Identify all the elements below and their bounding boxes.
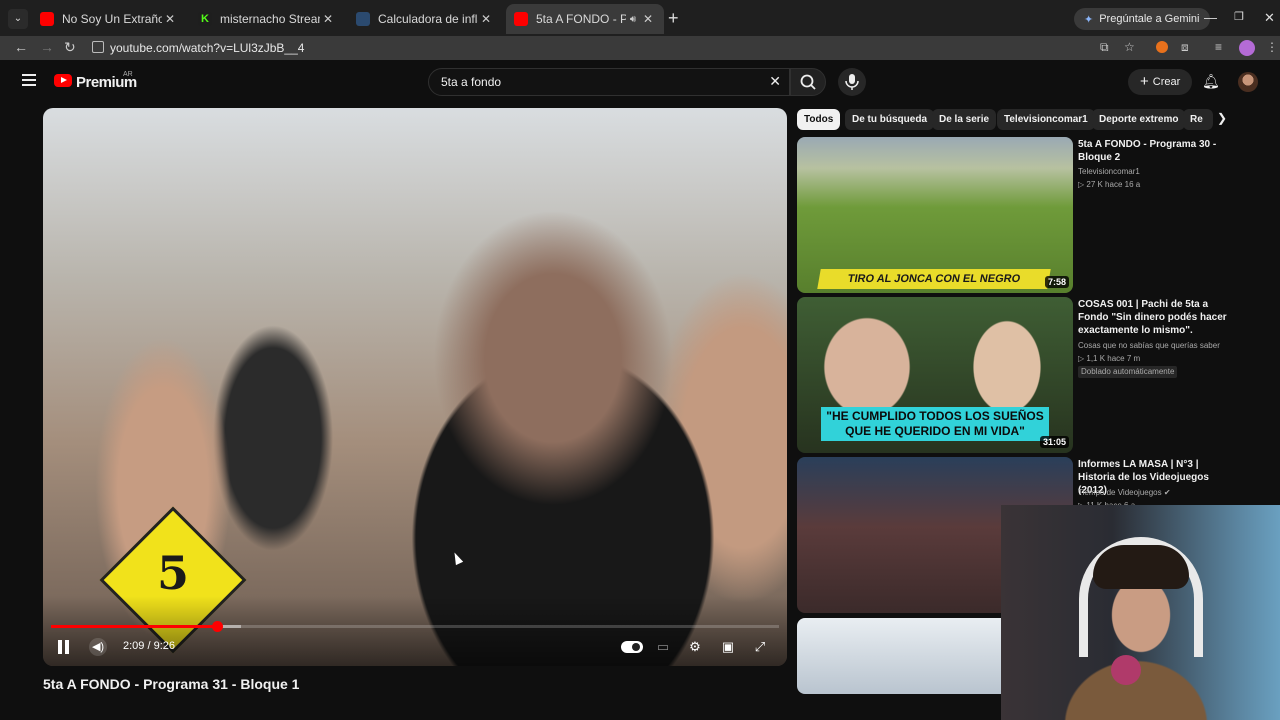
pause-bar: [65, 640, 69, 654]
site-info-icon[interactable]: [92, 41, 104, 53]
search-input[interactable]: 5ta a fondo ✕: [428, 68, 790, 96]
progress-played: [51, 625, 217, 628]
fullscreen-icon[interactable]: ⤢: [752, 639, 768, 655]
browser-tab-bar: ⌄ No Soy Un Extraño - YouTube ✕ K mister…: [0, 0, 1280, 36]
tab-search-chevron-icon[interactable]: ⌄: [8, 9, 28, 29]
miniplayer-icon[interactable]: ▣: [720, 639, 736, 655]
media-controls-icon[interactable]: ≡: [1215, 40, 1222, 54]
tab-title: Calculadora de inflación - Arge: [378, 12, 478, 26]
chip-from-series[interactable]: De la serie: [932, 109, 997, 130]
browser-toolbar: ← → ↻ youtube.com/watch?v=LUl3zJbB__4 ⧉ …: [0, 36, 1280, 60]
tab-title: 5ta A FONDO - Programa 3: [536, 12, 626, 26]
minimize-icon[interactable]: —: [1204, 10, 1217, 25]
tab-title: misternacho Stream - Watch Li: [220, 12, 320, 26]
recommendation-channel[interactable]: Tiempo de Videojuegos ✔: [1078, 488, 1171, 497]
autoplay-toggle[interactable]: [621, 641, 643, 653]
youtube-logo-icon[interactable]: [54, 74, 72, 87]
tab-youtube-no-soy-un-extrano[interactable]: No Soy Un Extraño - YouTube ✕: [32, 4, 186, 34]
recommendation-stats: ▷ 27 K hace 16 a: [1078, 180, 1141, 189]
kick-favicon-icon: K: [198, 12, 212, 26]
tab-kick-stream[interactable]: K misternacho Stream - Watch Li ✕: [190, 4, 344, 34]
chip-truncated[interactable]: Re: [1183, 109, 1213, 130]
youtube-favicon-icon: [514, 12, 528, 26]
back-arrow-icon[interactable]: ←: [14, 39, 28, 55]
pause-bar: [58, 640, 62, 654]
browser-menu-kebab-icon[interactable]: ⋮: [1266, 40, 1278, 54]
volume-icon[interactable]: ◀): [89, 638, 107, 656]
duration-badge: 31:05: [1039, 436, 1069, 448]
microphone-icon: [845, 74, 859, 90]
gemini-sparkle-icon: ✦: [1084, 13, 1094, 26]
chip-all[interactable]: Todos: [797, 109, 841, 130]
chevron-right-icon[interactable]: ❯: [1214, 111, 1230, 125]
country-code: AR: [123, 71, 133, 78]
ask-gemini-button[interactable]: ✦ Pregúntale a Gemini: [1074, 8, 1210, 30]
thumbnail-caption: "HE CUMPLIDO TODOS LOS SUEÑOS QUE HE QUE…: [821, 407, 1049, 441]
auto-dubbed-badge: Doblado automáticamente: [1078, 366, 1178, 378]
tab-5ta-a-fondo-active[interactable]: 5ta A FONDO - Programa 3 🔊︎ ✕: [506, 4, 664, 34]
recommendation-stats: ▷ 1,1 K hace 7 m: [1078, 354, 1141, 363]
recommendation-channel[interactable]: Televisioncomar1: [1078, 167, 1140, 176]
voice-search-button[interactable]: [838, 68, 866, 96]
tab-calculadora-inflacion[interactable]: Calculadora de inflación - Arge ✕: [348, 4, 502, 34]
audio-playing-icon[interactable]: 🔊︎: [626, 14, 640, 25]
extensions-puzzle-icon[interactable]: ⧈: [1181, 40, 1189, 55]
cast-install-icon[interactable]: ⧉: [1100, 40, 1109, 55]
chip-channel[interactable]: Televisioncomar1: [997, 109, 1095, 130]
notifications-bell-icon[interactable]: 🔔︎: [1202, 73, 1220, 90]
close-tab-icon[interactable]: ✕: [478, 12, 494, 26]
youtube-favicon-icon: [40, 12, 54, 26]
time-display: 2:09 / 9:26: [123, 640, 175, 652]
gemini-label: Pregúntale a Gemini: [1099, 13, 1200, 25]
extension-orange-icon[interactable]: [1156, 41, 1168, 53]
video-player[interactable]: 5 ◀) 2:09 / 9:26 ▭ ⚙ ▣ ⤢: [43, 108, 787, 666]
recommendation-title[interactable]: COSAS 001 | Pachi de 5ta a Fondo "Sin di…: [1078, 298, 1238, 337]
video-title: 5ta A FONDO - Programa 31 - Bloque 1: [43, 676, 300, 692]
account-avatar[interactable]: [1238, 72, 1258, 92]
forward-arrow-icon[interactable]: →: [40, 39, 54, 55]
pause-button[interactable]: [57, 640, 71, 654]
address-url[interactable]: youtube.com/watch?v=LUl3zJbB__4: [110, 41, 304, 55]
close-window-icon[interactable]: ✕: [1264, 10, 1275, 26]
tab-title: No Soy Un Extraño - YouTube: [62, 12, 162, 26]
recommendation-title[interactable]: 5ta A FONDO - Programa 30 - Bloque 2: [1078, 138, 1238, 164]
controls-gradient: [43, 596, 787, 666]
thumbnail-caption: TIRO AL JONCA CON EL NEGRO: [817, 269, 1051, 289]
chip-extreme-sport[interactable]: Deporte extremo: [1092, 109, 1186, 130]
duration-badge: 7:58: [1044, 276, 1069, 288]
mouse-cursor-icon: [450, 550, 464, 566]
show-logo-number: 5: [156, 546, 189, 600]
clear-search-icon[interactable]: ✕: [769, 73, 781, 90]
restore-window-icon[interactable]: ❐: [1234, 10, 1244, 23]
close-tab-icon[interactable]: ✕: [162, 12, 178, 26]
search-query: 5ta a fondo: [441, 75, 502, 89]
hair-shape: [1093, 545, 1189, 589]
new-tab-button[interactable]: +: [668, 9, 679, 27]
streamer-webcam-overlay: [1001, 505, 1280, 720]
recommendation-channel[interactable]: Cosas que no sabías que querías saber: [1078, 341, 1220, 350]
recommendation-thumbnail[interactable]: "HE CUMPLIDO TODOS LOS SUEÑOS QUE HE QUE…: [797, 297, 1073, 453]
create-label: Crear: [1152, 76, 1181, 88]
search-button[interactable]: [790, 68, 826, 96]
recommendation-thumbnail[interactable]: TIRO AL JONCA CON EL NEGRO 7:58: [797, 137, 1073, 293]
plus-icon: +: [1140, 73, 1149, 90]
youtube-header: Premium AR 5ta a fondo ✕ + Crear 🔔︎: [0, 60, 1280, 104]
subtitles-icon[interactable]: ▭: [655, 639, 671, 655]
progress-bar[interactable]: [51, 621, 779, 632]
screen: ⌄ No Soy Un Extraño - YouTube ✕ K mister…: [0, 0, 1280, 720]
microphone-plush-shape: [1111, 655, 1141, 685]
close-tab-icon[interactable]: ✕: [640, 12, 656, 26]
chip-from-search[interactable]: De tu búsqueda: [845, 109, 935, 130]
bookmark-star-icon[interactable]: ☆: [1124, 40, 1135, 54]
search-icon: [800, 74, 816, 90]
create-button[interactable]: + Crear: [1128, 69, 1193, 95]
calculator-favicon-icon: [356, 12, 370, 26]
settings-gear-icon[interactable]: ⚙: [687, 639, 703, 655]
scrubber-handle[interactable]: [212, 621, 223, 632]
close-tab-icon[interactable]: ✕: [320, 12, 336, 26]
reload-icon[interactable]: ↻: [64, 39, 76, 56]
guide-menu-icon[interactable]: [22, 74, 36, 89]
browser-profile-avatar[interactable]: [1239, 40, 1255, 56]
